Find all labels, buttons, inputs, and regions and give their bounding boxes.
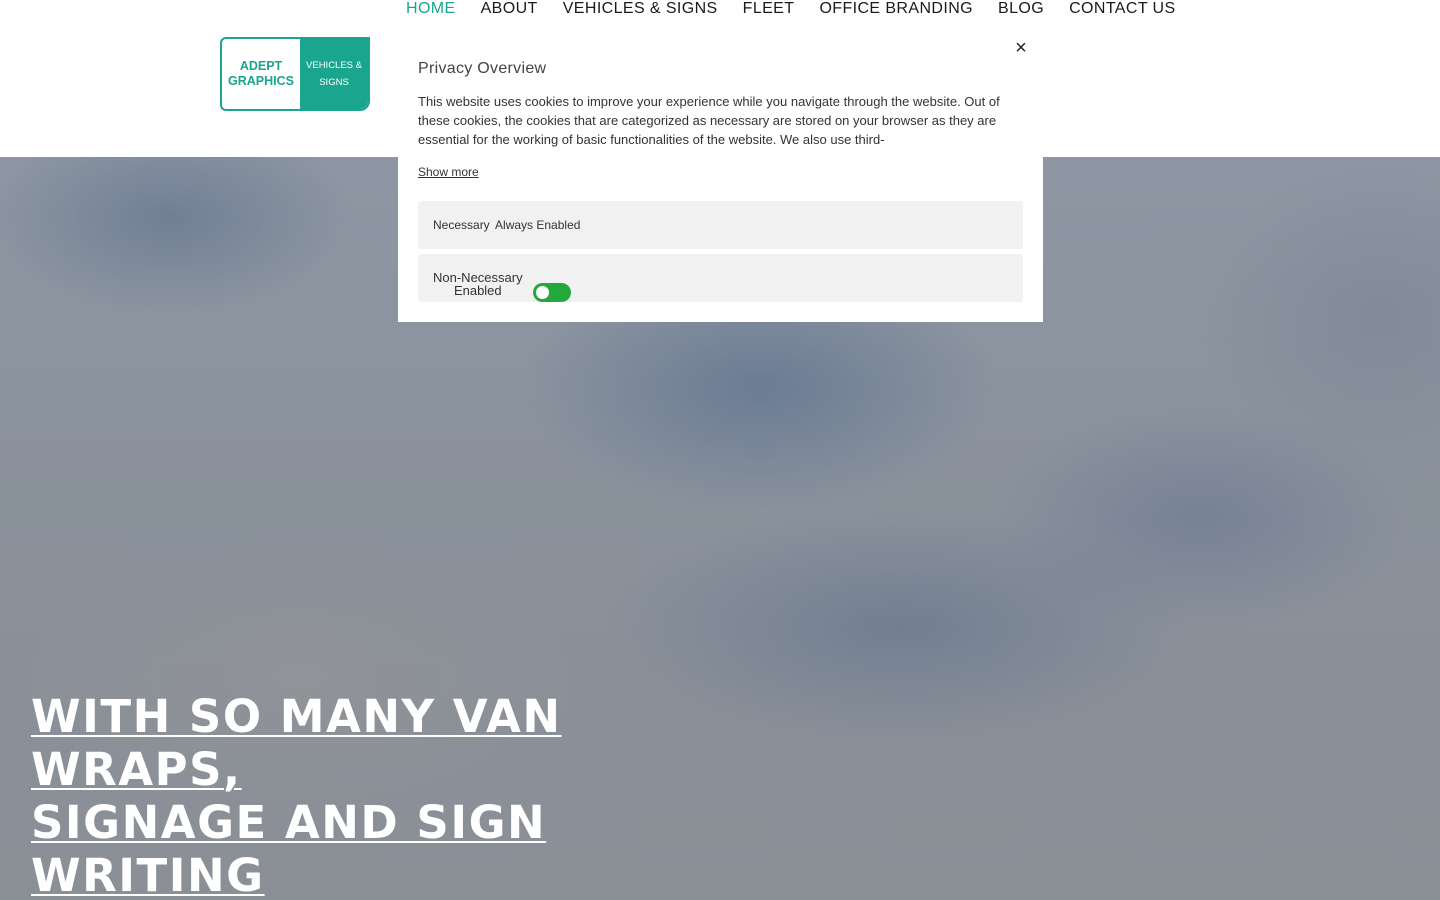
logo-tag-2: SIGNS <box>319 77 349 88</box>
site-logo[interactable]: ADEPT GRAPHICS VEHICLES & SIGNS <box>220 37 370 111</box>
necessary-label: Necessary <box>433 218 490 232</box>
nav-office-branding[interactable]: OFFICE BRANDING <box>819 0 973 18</box>
nav-blog[interactable]: BLOG <box>998 0 1044 18</box>
nav-fleet[interactable]: FLEET <box>743 0 795 18</box>
hero-heading-line: WITH SO MANY VAN <box>31 690 562 743</box>
nav-vehicles-signs[interactable]: VEHICLES & SIGNS <box>563 0 718 18</box>
always-enabled-label: Always Enabled <box>495 218 581 232</box>
toggle-knob <box>536 286 549 299</box>
nav-home[interactable]: HOME <box>406 0 456 18</box>
main-nav: HOME ABOUT VEHICLES & SIGNS FLEET OFFICE… <box>406 0 1201 20</box>
nav-contact-us[interactable]: CONTACT US <box>1069 0 1176 18</box>
hero-heading-line: WRAPS, <box>31 743 242 796</box>
logo-tagline: VEHICLES & SIGNS <box>300 39 368 109</box>
necessary-label-group: Necessary Always Enabled <box>433 218 580 232</box>
hero-heading[interactable]: WITH SO MANY VAN WRAPS, SIGNAGE AND SIGN… <box>31 690 651 900</box>
show-more-link[interactable]: Show more <box>418 165 479 179</box>
nav-about[interactable]: ABOUT <box>481 0 538 18</box>
modal-title: Privacy Overview <box>418 60 547 77</box>
logo-line-1: ADEPT <box>239 59 283 73</box>
non-necessary-cookies-row[interactable]: Non-Necessary Enabled <box>418 254 1023 302</box>
privacy-overview-modal: × Privacy Overview This website uses coo… <box>398 24 1043 322</box>
non-necessary-toggle[interactable] <box>533 283 571 302</box>
necessary-cookies-row[interactable]: Necessary Always Enabled <box>418 201 1023 249</box>
hero-heading-line: WRITING <box>31 849 265 900</box>
page: ADEPT GRAPHICS VEHICLES & SIGNS HOME ABO… <box>0 0 1440 900</box>
privacy-description: This website uses cookies to improve you… <box>418 94 1000 147</box>
logo-wordmark: ADEPT GRAPHICS <box>222 39 300 109</box>
close-icon[interactable]: × <box>1011 38 1031 58</box>
hero-heading-line: SIGNAGE AND SIGN <box>31 796 547 849</box>
non-necessary-status: Enabled <box>453 283 502 298</box>
logo-line-2: GRAPHICS <box>228 74 294 88</box>
logo-tag-1: VEHICLES & <box>306 60 362 71</box>
non-necessary-label-group: Non-Necessary Enabled <box>433 271 523 297</box>
